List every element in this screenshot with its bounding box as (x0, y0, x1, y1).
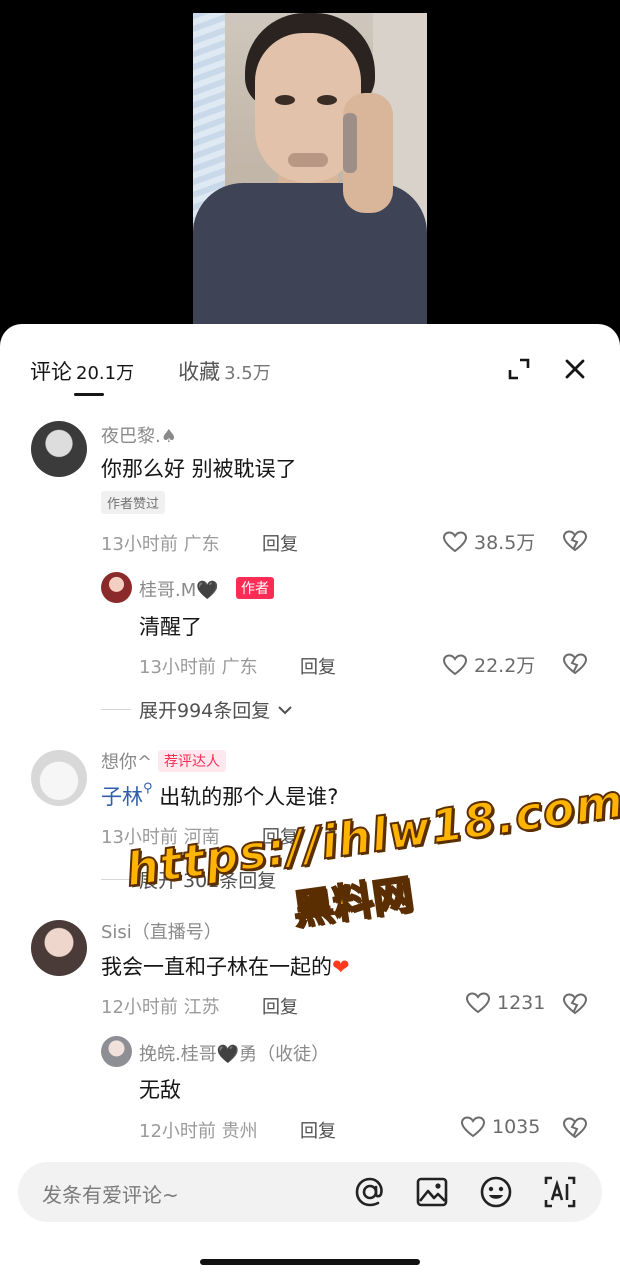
dislike-icon[interactable] (562, 1116, 588, 1140)
mention-link[interactable]: 子林 (101, 785, 143, 809)
comment-text: 子林⚲ 出轨的那个人是谁? (101, 781, 338, 811)
tab-comments-count: 20.1万 (76, 363, 135, 384)
like-button[interactable]: 38.5万 (442, 528, 535, 555)
comment-location: 河南 (183, 827, 220, 848)
reply-button[interactable]: 回复 (262, 993, 298, 1019)
comment-text-body: 出轨的那个人是谁? (159, 785, 339, 809)
comment-location: 广东 (183, 534, 220, 555)
image-icon[interactable] (414, 1174, 450, 1210)
comment-text-body: 我会一直和子林在一起的 (101, 955, 332, 979)
comment-time: 13小时前 (101, 827, 178, 848)
comment-text: 我会一直和子林在一起的❤ (101, 951, 350, 981)
avatar[interactable] (31, 920, 87, 976)
author-badge: 作者 (236, 577, 274, 599)
like-count: 22.2万 (474, 655, 536, 677)
reply-button[interactable]: 回复 (300, 1117, 336, 1143)
tab-comments[interactable]: 评论 20.1万 (30, 356, 134, 386)
avatar[interactable] (31, 750, 87, 806)
dislike-icon[interactable] (562, 652, 588, 676)
recommended-commenter-badge: 荐评达人 (158, 750, 226, 772)
reply-location: 广东 (221, 657, 258, 678)
comment-meta: 13小时前 广东 (101, 530, 220, 556)
close-icon[interactable] (562, 356, 588, 382)
like-count: 1035 (492, 1116, 541, 1138)
comment-location: 江苏 (183, 997, 220, 1018)
expand-replies-label: 展开994条回复 (139, 700, 271, 722)
divider (101, 879, 131, 880)
video-person-phone (343, 113, 357, 173)
divider (101, 709, 131, 710)
video-person-shirt (193, 183, 427, 340)
comment-username[interactable]: 想你^ (101, 748, 152, 774)
like-count: 38.5万 (474, 532, 536, 554)
heart-icon (465, 992, 491, 1014)
dislike-icon[interactable] (562, 992, 588, 1016)
video-frame (193, 13, 427, 340)
at-icon[interactable] (352, 1174, 388, 1210)
reply-time: 13小时前 (139, 657, 216, 678)
comment-meta: 12小时前 江苏 (101, 993, 220, 1019)
comment-username[interactable]: Sisi（直播号） (101, 918, 222, 944)
comment-input[interactable]: 发条有爱评论~ (42, 1179, 179, 1208)
reply-button[interactable]: 回复 (262, 823, 298, 849)
heart-icon (442, 653, 468, 675)
reply-username[interactable]: 挽皖.桂哥🖤勇（收徒） (139, 1040, 329, 1066)
comment-text: 你那么好 别被耽误了 (101, 457, 297, 481)
reply-time: 12小时前 (139, 1121, 216, 1142)
comment-meta: 13小时前 河南 (101, 823, 220, 849)
active-tab-indicator (74, 393, 104, 396)
video-person-eye (317, 95, 337, 105)
heart-icon (460, 1116, 486, 1138)
comment-time: 13小时前 (101, 534, 178, 555)
avatar[interactable] (101, 1036, 132, 1067)
expand-icon[interactable] (506, 356, 532, 382)
chevron-down-icon (278, 705, 292, 714)
ai-icon[interactable] (542, 1174, 578, 1210)
dislike-icon[interactable] (562, 529, 588, 553)
home-indicator[interactable] (200, 1259, 420, 1265)
author-liked-badge: 作者赞过 (101, 491, 166, 514)
avatar[interactable] (31, 421, 87, 477)
reply-meta: 13小时前 广东 (139, 653, 258, 679)
reply-username[interactable]: 桂哥.M🖤 (139, 576, 219, 602)
like-button[interactable]: 22.2万 (442, 651, 535, 678)
video-player[interactable] (0, 0, 620, 340)
heart-icon (442, 530, 468, 552)
expand-replies-label: 展开 301条回复 (139, 870, 277, 892)
comment-username[interactable]: 夜巴黎.♠ (101, 422, 177, 448)
tab-favorites-count: 3.5万 (224, 363, 271, 384)
like-button[interactable]: 1035 (460, 1115, 540, 1139)
tab-comments-label: 评论 (30, 360, 72, 384)
reply-button[interactable]: 回复 (300, 653, 336, 679)
tab-favorites-label: 收藏 (178, 360, 221, 384)
reply-button[interactable]: 回复 (262, 530, 298, 556)
reply-location: 贵州 (221, 1121, 258, 1142)
red-heart-emoji: ❤ (332, 955, 350, 979)
like-button[interactable]: 1231 (465, 991, 545, 1015)
reply-text: 无敌 (139, 1078, 181, 1102)
avatar[interactable] (101, 572, 132, 603)
video-person-mouth (288, 153, 328, 167)
comment-input-bar: 发条有爱评论~ (18, 1162, 602, 1222)
comment-tabs: 评论 20.1万 收藏 3.5万 (30, 356, 271, 386)
expand-replies-button[interactable]: 展开 301条回复 (101, 866, 276, 893)
video-person-eye (275, 95, 295, 105)
reply-meta: 12小时前 贵州 (139, 1117, 258, 1143)
comment-time: 12小时前 (101, 997, 178, 1018)
search-icon: ⚲ (143, 781, 153, 796)
tab-favorites[interactable]: 收藏 3.5万 (178, 356, 271, 386)
like-count: 1231 (497, 992, 546, 1014)
emoji-icon[interactable] (478, 1174, 514, 1210)
expand-replies-button[interactable]: 展开994条回复 (101, 696, 294, 723)
reply-text: 清醒了 (139, 615, 202, 639)
